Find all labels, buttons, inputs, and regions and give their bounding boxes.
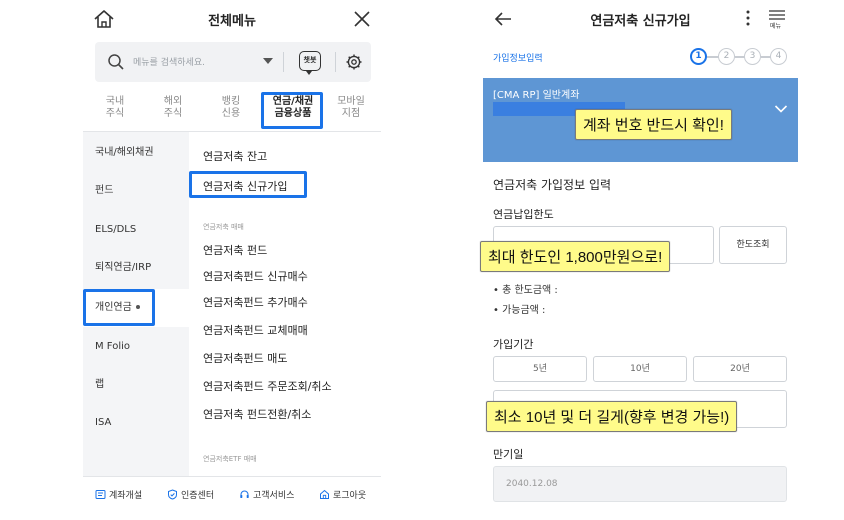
highlight-box (261, 92, 323, 129)
gear-icon[interactable] (345, 53, 363, 71)
menu-header: 전체메뉴 (83, 0, 381, 38)
tab-domestic-stock[interactable]: 국내 주식 (87, 96, 143, 120)
sidebar-item-m-folio[interactable]: M Folio (83, 328, 189, 366)
highlight-box (83, 289, 155, 326)
sidebar-item-bond[interactable]: 국내/해외채권 (83, 134, 189, 172)
menu-footer: 계좌개설 인증센터 고객서비스 로그아웃 (83, 476, 381, 512)
limit-query-button[interactable]: 한도조회 (719, 226, 787, 264)
tab-label: 모바일 (337, 96, 365, 107)
search-icon (108, 54, 124, 70)
menu-label: 메뉴 (770, 23, 782, 30)
tab-mobile-branch[interactable]: 모바일 지점 (323, 96, 379, 120)
headset-icon (240, 490, 249, 498)
footer-cert-center[interactable]: 인증센터 (167, 488, 214, 501)
account-icon (95, 490, 106, 499)
step-4: 4 (770, 48, 787, 65)
period-label: 가입기간 (493, 338, 534, 351)
total-limit-text: • 총 한도금액 : (493, 285, 558, 296)
limit-label: 연금납입한도 (493, 208, 554, 221)
footer-label: 계좌개설 (109, 491, 143, 501)
chatbot-button[interactable]: 챗봇 (299, 51, 321, 75)
menu-item-trade[interactable]: 연금저축펀드 교체매매 (203, 322, 308, 338)
period-option-20y[interactable]: 20년 (693, 356, 787, 382)
tab-label: 주식 (105, 108, 125, 119)
sidebar-item-wrap[interactable]: 랩 (83, 366, 189, 404)
footer-account-open[interactable]: 계좌개설 (95, 488, 142, 501)
step-label: 가입정보입력 (493, 54, 543, 64)
hamburger-menu-button[interactable]: 메뉴 (766, 9, 788, 30)
maturity-date-field: 2040.12.08 (493, 466, 787, 502)
search-placeholder[interactable]: 메뉴를 검색하세요. (133, 55, 205, 68)
tab-banking[interactable]: 뱅킹 신용 (203, 96, 259, 120)
footer-logout[interactable]: 로그아웃 (319, 488, 366, 501)
callout-account-check: 계좌 번호 반드시 확인! (575, 109, 732, 140)
tab-label: 뱅킹 (221, 96, 241, 107)
chevron-down-icon[interactable] (263, 58, 273, 64)
menu-group-label: 연금저축 매매 (203, 223, 244, 231)
chevron-down-icon[interactable] (774, 104, 788, 114)
period-option-10y[interactable]: 10년 (593, 356, 687, 382)
menu-group-label: 연금저축ETF 매매 (203, 455, 257, 463)
footer-label: 인증센터 (181, 491, 215, 501)
tab-label: 지점 (341, 108, 361, 119)
footer-label: 로그아웃 (333, 491, 367, 501)
step-2: 2 (718, 48, 735, 65)
callout-max-limit: 최대 한도인 1,800만원으로! (480, 241, 671, 272)
tab-label: 국내 (105, 96, 125, 107)
divider (335, 52, 336, 72)
footer-label: 고객서비스 (253, 491, 295, 501)
menu-item-pension-balance[interactable]: 연금저축 잔고 (203, 148, 267, 164)
available-amount-text: • 가능금액 : (493, 305, 546, 316)
tab-overseas-stock[interactable]: 해외 주식 (145, 96, 201, 120)
divider (283, 52, 284, 72)
full-menu-screen: 전체메뉴 메뉴를 검색하세요. 챗봇 국내 주식 해외 주식 뱅킹 신용 연금/… (83, 0, 381, 520)
menu-item-trade[interactable]: 연금저축 펀드전환/취소 (203, 406, 311, 422)
signup-header: 연금저축 신규가입 메뉴 (483, 0, 798, 38)
step-1: 1 (690, 48, 707, 65)
category-tabs: 국내 주식 해외 주식 뱅킹 신용 연금/채권 금융상품 모바일 지점 (83, 92, 381, 132)
maturity-label: 만기일 (493, 448, 524, 461)
tab-label: 해외 (163, 96, 183, 107)
step-indicator: 가입정보입력 1 2 3 4 (483, 42, 798, 72)
page-title: 전체메뉴 (208, 14, 256, 29)
footer-customer-service[interactable]: 고객서비스 (239, 488, 294, 501)
menu-item-trade[interactable]: 연금저축펀드 추가매수 (203, 294, 308, 310)
sidebar-item-isa[interactable]: ISA (83, 404, 189, 442)
menu-item-trade[interactable]: 연금저축펀드 주문조회/취소 (203, 378, 332, 394)
callout-min-period: 최소 10년 및 더 길게(향후 변경 가능!) (486, 401, 738, 432)
menu-item-trade[interactable]: 연금저축펀드 매도 (203, 350, 287, 366)
logout-icon (320, 489, 329, 499)
account-name: [CMA RP] 일반계좌 (493, 90, 580, 101)
tab-label: 주식 (163, 108, 183, 119)
menu-item-trade[interactable]: 연금저축 펀드 (203, 242, 267, 258)
more-icon[interactable] (745, 9, 751, 27)
sidebar-item-els-dls[interactable]: ELS/DLS (83, 211, 189, 249)
period-option-5y[interactable]: 5년 (493, 356, 587, 382)
menu-item-trade[interactable]: 연금저축펀드 신규매수 (203, 268, 308, 284)
sidebar-item-fund[interactable]: 펀드 (83, 172, 189, 210)
sidebar-item-retirement-irp[interactable]: 퇴직연금/IRP (83, 249, 189, 287)
section-title: 연금저축 가입정보 입력 (493, 178, 612, 192)
highlight-box (189, 171, 307, 198)
tab-label: 신용 (221, 108, 241, 119)
shield-icon (168, 489, 177, 500)
step-3: 3 (744, 48, 761, 65)
close-icon[interactable] (353, 10, 371, 28)
menu-search-bar[interactable]: 메뉴를 검색하세요. 챗봇 (95, 42, 371, 82)
